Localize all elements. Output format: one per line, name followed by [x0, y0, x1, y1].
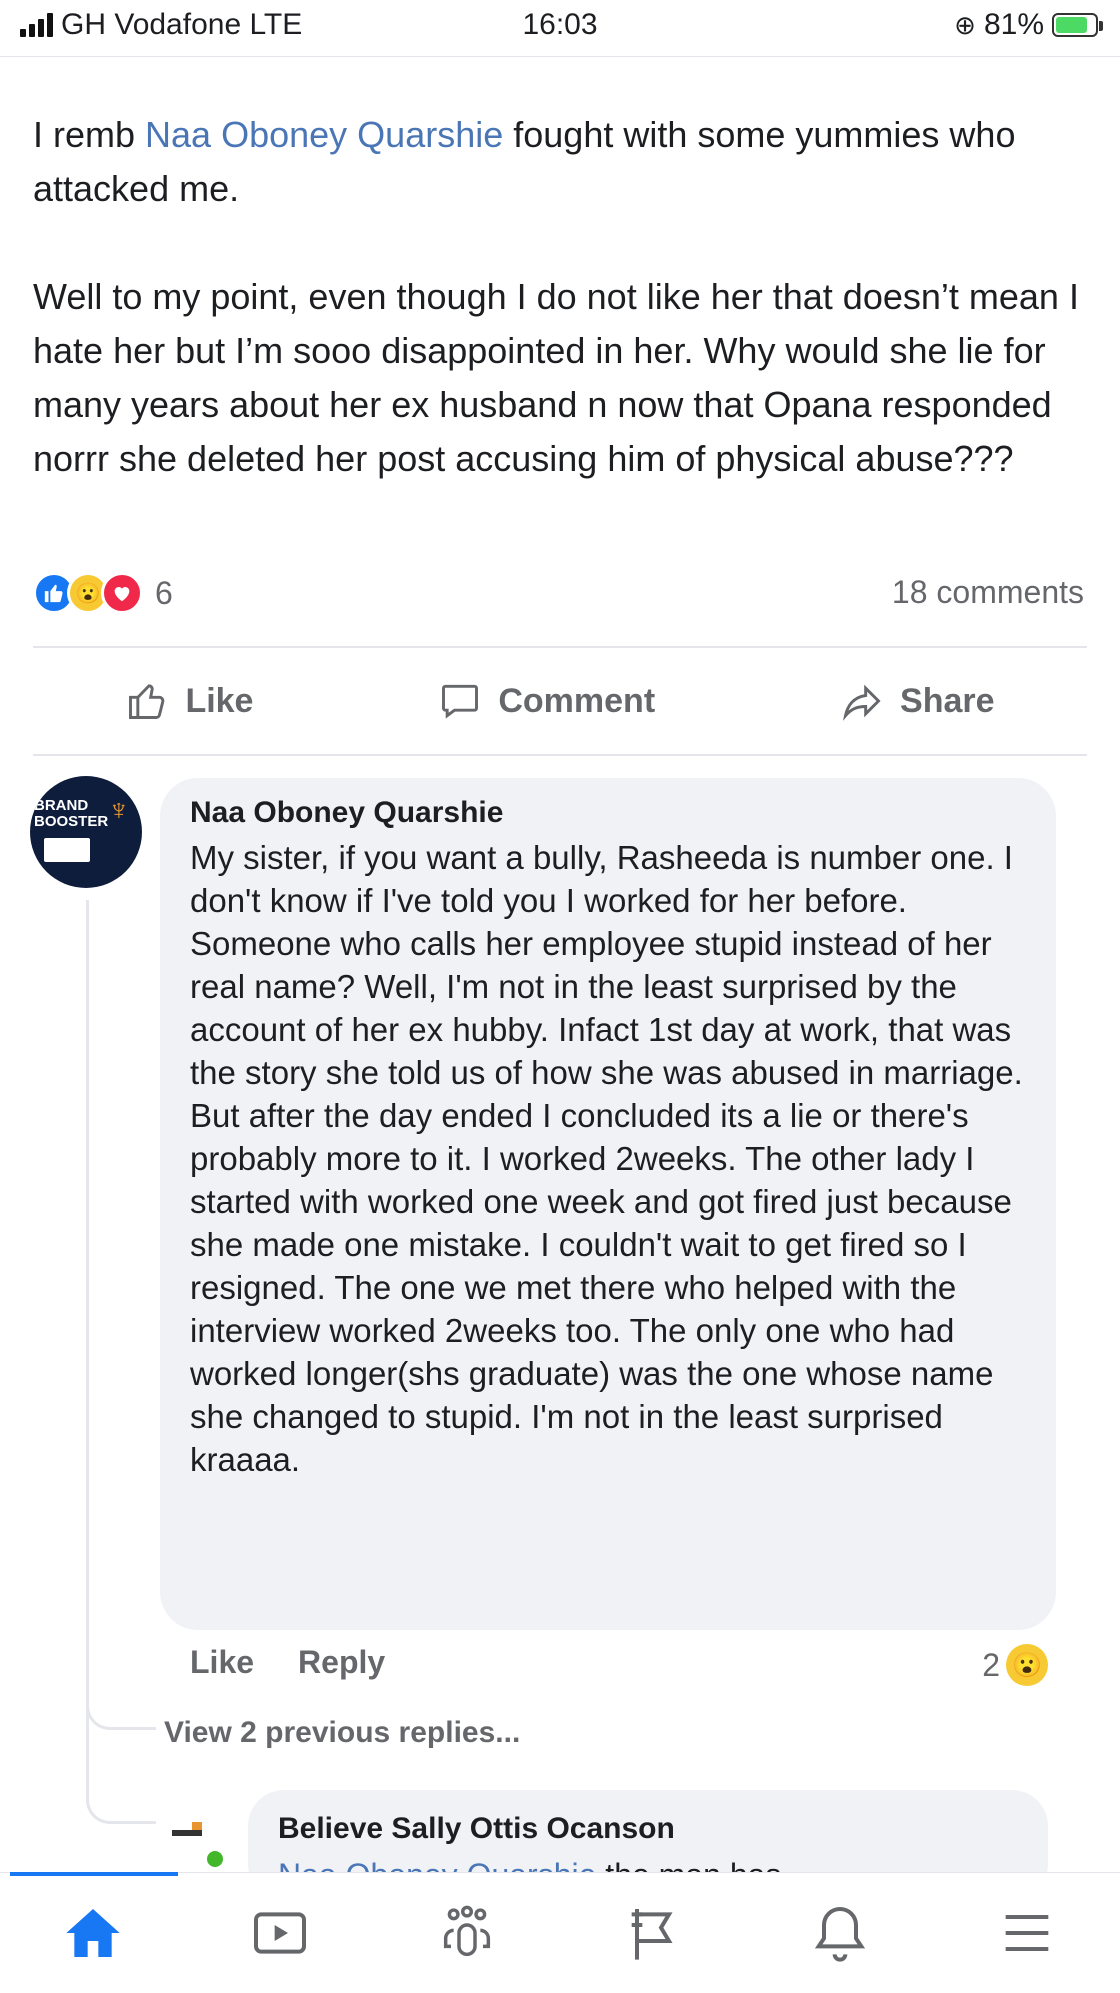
- flag-icon: [631, 1909, 673, 1960]
- logo-graphic: [44, 838, 90, 862]
- view-previous-replies[interactable]: View 2 previous replies...: [164, 1716, 520, 1750]
- reply-author[interactable]: Believe Sally Ottis Ocanson: [278, 1812, 675, 1846]
- nav-menu[interactable]: [987, 1893, 1067, 1973]
- thread-connector: [86, 1770, 156, 1824]
- avatar[interactable]: BRAND BOOSTER ♆: [30, 776, 142, 888]
- share-icon: [842, 684, 881, 721]
- reply-avatar[interactable]: [168, 1812, 226, 1870]
- share-label: Share: [900, 681, 995, 720]
- post-actions: Like Comment Share: [33, 648, 1087, 754]
- comment-reply-button[interactable]: Reply: [298, 1644, 385, 1681]
- battery-icon: [1052, 13, 1103, 37]
- status-bar: GH Vodafone LTE 16:03 ⊕ 81%: [0, 0, 1120, 56]
- comment-reactions[interactable]: 2 😮: [982, 1644, 1048, 1686]
- nav-watch[interactable]: [240, 1893, 320, 1973]
- like-label: Like: [185, 681, 254, 720]
- comment-text: My sister, if you want a bully, Rasheeda…: [190, 839, 1023, 1478]
- online-indicator: [204, 1848, 226, 1870]
- nav-groups[interactable]: [427, 1893, 507, 1973]
- comment-reaction-count: 2: [982, 1646, 1000, 1683]
- comments-count[interactable]: 18 comments: [892, 574, 1084, 611]
- thumbs-up-icon: [129, 684, 165, 719]
- post-body: I remb Naa Oboney Quarshie fought with s…: [33, 108, 1093, 486]
- active-tab-indicator: [10, 1872, 178, 1876]
- comment-author[interactable]: Naa Oboney Quarshie: [190, 796, 503, 830]
- status-right: ⊕ 81%: [954, 8, 1103, 42]
- orientation-lock-icon: ⊕: [954, 9, 976, 40]
- groups-icon: [443, 1905, 490, 1957]
- menu-icon: [1005, 1915, 1048, 1951]
- bell-icon: [814, 1906, 866, 1962]
- nav-pages[interactable]: [613, 1893, 693, 1973]
- clock: 16:03: [522, 8, 598, 41]
- share-button[interactable]: Share: [840, 679, 995, 723]
- comment-button[interactable]: Comment: [438, 679, 655, 723]
- reaction-count: 6: [155, 574, 173, 611]
- reactions-summary[interactable]: 😮 6: [33, 572, 173, 614]
- watch-icon: [253, 1912, 306, 1954]
- love-icon: [101, 572, 143, 614]
- home-icon: [66, 1909, 120, 1957]
- post-text-segment: I remb: [33, 114, 146, 155]
- comment-actions: Like Reply: [190, 1644, 385, 1681]
- wow-icon: 😮: [1006, 1644, 1048, 1686]
- thread-connector: [86, 1680, 156, 1730]
- comment-like-button[interactable]: Like: [190, 1644, 254, 1681]
- comment-label: Comment: [498, 681, 656, 720]
- nav-notifications[interactable]: [800, 1893, 880, 1973]
- flame-icon: ♆: [107, 794, 131, 827]
- nav-home[interactable]: [53, 1893, 133, 1973]
- thread-line: [86, 900, 89, 1780]
- comment-icon: [442, 684, 479, 719]
- post-paragraph-2: Well to my point, even though I do not l…: [33, 276, 1079, 479]
- bottom-nav: [0, 1872, 1120, 1993]
- battery-percent: 81%: [983, 8, 1044, 41]
- like-button[interactable]: Like: [125, 679, 253, 723]
- divider: [0, 56, 1120, 57]
- mention-link[interactable]: Naa Oboney Quarshie: [145, 114, 503, 155]
- post-paragraph-1: I remb Naa Oboney Quarshie fought with s…: [33, 108, 1093, 216]
- divider: [33, 754, 1087, 756]
